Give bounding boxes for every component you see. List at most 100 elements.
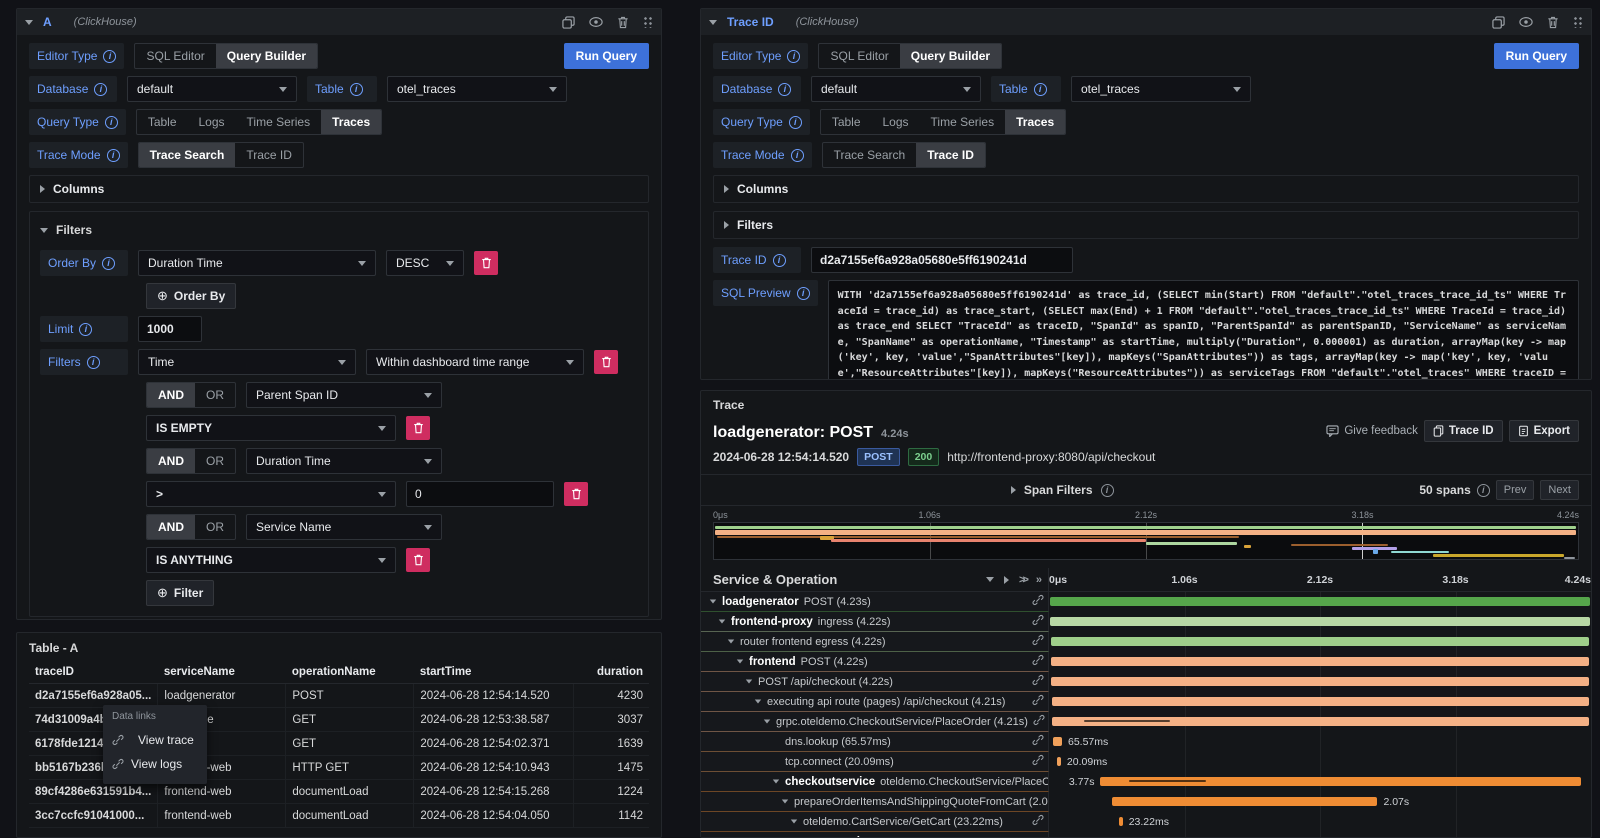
trace-id-button[interactable]: Trace ID: [1424, 420, 1503, 442]
columns-section-toggle[interactable]: Columns: [713, 175, 1579, 203]
query-header-trace-id[interactable]: Trace ID (ClickHouse): [701, 9, 1591, 35]
info-icon[interactable]: i: [778, 83, 791, 96]
add-filter-button[interactable]: ⊕Filter: [146, 580, 214, 606]
trace-mode-option[interactable]: Trace Search: [139, 143, 236, 167]
span-bar-track[interactable]: 20.09ms: [1049, 752, 1591, 772]
span-duration-bar[interactable]: [1100, 777, 1580, 786]
span-name-cell[interactable]: oteldemo.CartService/GetCart (23.22ms): [701, 812, 1049, 832]
span-row[interactable]: cartservicePOST /oteldemo.CartService/Ge…: [701, 832, 1591, 838]
span-bar-track[interactable]: [1049, 632, 1591, 652]
span-duration-bar[interactable]: [1050, 597, 1590, 606]
editor-type-option[interactable]: SQL Editor: [819, 44, 899, 68]
span-row[interactable]: checkoutserviceoteldemo.CheckoutService/…: [701, 772, 1591, 792]
column-header-traceID[interactable]: traceID: [29, 661, 158, 684]
order-by-field-select[interactable]: Duration Time: [138, 250, 376, 276]
span-link-icon[interactable]: [1032, 594, 1048, 609]
collapse-caret-icon[interactable]: [25, 20, 33, 25]
span-row[interactable]: loadgeneratorPOST (4.23s): [701, 592, 1591, 612]
span-link-icon[interactable]: [1032, 634, 1048, 649]
info-icon[interactable]: i: [1477, 484, 1490, 497]
span-link-icon[interactable]: [1032, 674, 1048, 689]
span-link-icon[interactable]: [1032, 614, 1048, 629]
info-icon[interactable]: i: [102, 257, 115, 270]
span-link-icon[interactable]: [1032, 694, 1048, 709]
span-row[interactable]: dns.lookup (65.57ms)65.57ms: [701, 732, 1591, 752]
remove-order-by-button[interactable]: [474, 251, 498, 275]
database-select[interactable]: default: [811, 76, 981, 102]
trace-id-link[interactable]: 3cc7ccfc91041000...: [29, 804, 158, 828]
next-span-button[interactable]: Next: [1540, 480, 1579, 500]
delete-query-trash-icon[interactable]: [617, 16, 629, 29]
database-select[interactable]: default: [127, 76, 297, 102]
trace-id-link[interactable]: d2a7155ef6a928a05...: [29, 684, 158, 708]
filter-operator-select[interactable]: >: [146, 481, 396, 507]
drag-handle-icon[interactable]: [1573, 16, 1583, 28]
span-name-cell[interactable]: frontendPOST (4.22s): [701, 652, 1049, 672]
span-filters-caret-icon[interactable]: [1011, 486, 1016, 494]
query-type-option[interactable]: Time Series: [236, 110, 322, 134]
query-type-option[interactable]: Table: [821, 110, 872, 134]
filter-operator-select[interactable]: IS EMPTY: [146, 415, 396, 441]
span-name-cell[interactable]: POST /api/checkout (4.22s): [701, 672, 1049, 692]
info-icon[interactable]: i: [107, 149, 120, 162]
view-logs-link[interactable]: View logs: [112, 752, 198, 776]
span-duration-bar[interactable]: [1051, 637, 1590, 646]
query-type-option[interactable]: Logs: [188, 110, 236, 134]
filter-field-select[interactable]: Duration Time: [246, 448, 442, 474]
span-name-cell[interactable]: dns.lookup (65.57ms): [701, 732, 1049, 752]
filter-field-select[interactable]: Parent Span ID: [246, 382, 442, 408]
span-link-icon[interactable]: [1032, 754, 1048, 769]
info-icon[interactable]: i: [105, 116, 118, 129]
table-select[interactable]: otel_traces: [387, 76, 567, 102]
hide-query-eye-icon[interactable]: [1519, 16, 1533, 28]
filters-section-toggle[interactable]: Filters: [40, 218, 638, 242]
info-icon[interactable]: i: [79, 323, 92, 336]
query-ref-id[interactable]: Trace ID: [727, 15, 774, 29]
or-option[interactable]: OR: [195, 515, 235, 539]
span-bar-track[interactable]: 3.77s: [1049, 772, 1591, 792]
drag-handle-icon[interactable]: [643, 16, 653, 28]
column-header-duration[interactable]: duration: [574, 661, 649, 684]
info-icon[interactable]: i: [1034, 83, 1047, 96]
span-filters-label[interactable]: Span Filters: [1024, 483, 1093, 497]
span-name-cell[interactable]: executing api route (pages) /api/checkou…: [701, 692, 1049, 712]
column-header-serviceName[interactable]: serviceName: [158, 661, 286, 684]
span-row[interactable]: grpc.oteldemo.CheckoutService/PlaceOrder…: [701, 712, 1591, 732]
expand-one-icon[interactable]: [1004, 576, 1009, 584]
span-duration-bar[interactable]: [1051, 677, 1589, 686]
span-bar-track[interactable]: [1049, 692, 1591, 712]
hide-query-eye-icon[interactable]: [589, 16, 603, 28]
query-type-option[interactable]: Traces: [321, 110, 381, 134]
filter-field-select[interactable]: Service Name: [246, 514, 442, 540]
filter-value-select[interactable]: Within dashboard time range: [366, 349, 584, 375]
collapse-caret-icon[interactable]: [709, 20, 717, 25]
columns-section-toggle[interactable]: Columns: [29, 175, 649, 203]
span-collapse-icon[interactable]: [728, 640, 734, 644]
span-bar-track[interactable]: [1049, 592, 1591, 612]
span-name-cell[interactable]: cartservicePOST /oteldemo.CartService/Ge…: [701, 832, 1049, 838]
span-row[interactable]: frontendPOST (4.22s): [701, 652, 1591, 672]
editor-type-option[interactable]: Query Builder: [900, 44, 1001, 68]
span-collapse-icon[interactable]: [719, 620, 725, 624]
span-collapse-icon[interactable]: [764, 720, 770, 724]
editor-type-option[interactable]: Query Builder: [216, 44, 317, 68]
trace-mode-option[interactable]: Trace Search: [823, 143, 917, 167]
info-icon[interactable]: i: [94, 83, 107, 96]
info-icon[interactable]: i: [773, 254, 786, 267]
span-collapse-icon[interactable]: [737, 660, 743, 664]
collapse-all-icon[interactable]: ˃˃: [1019, 574, 1026, 586]
run-query-button[interactable]: Run Query: [1494, 43, 1579, 69]
span-link-icon[interactable]: [1032, 654, 1048, 669]
query-ref-id[interactable]: A: [43, 15, 52, 29]
add-order-by-button[interactable]: ⊕Order By: [146, 283, 236, 309]
info-icon[interactable]: i: [789, 116, 802, 129]
export-button[interactable]: Export: [1509, 420, 1579, 442]
span-bar-track[interactable]: 2.07s: [1049, 792, 1591, 812]
column-header-startTime[interactable]: startTime: [414, 661, 574, 684]
span-bar-track[interactable]: [1049, 612, 1591, 632]
duplicate-query-icon[interactable]: [562, 16, 575, 29]
span-bar-track[interactable]: [1049, 672, 1591, 692]
span-row[interactable]: prepareOrderItemsAndShippingQuoteFromCar…: [701, 792, 1591, 812]
span-duration-bar[interactable]: [1112, 797, 1378, 806]
remove-filter-button[interactable]: [406, 548, 430, 572]
